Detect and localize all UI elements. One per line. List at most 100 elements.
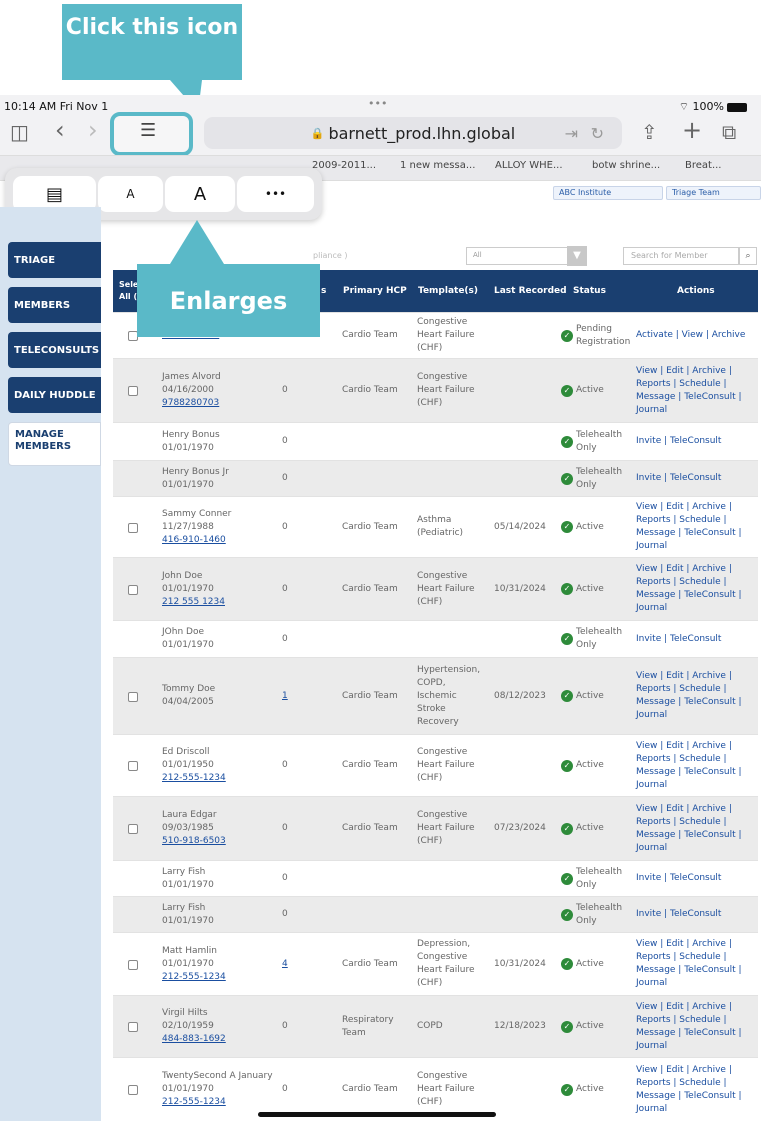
tab-item[interactable]: Breat... (685, 160, 722, 171)
row-actions[interactable]: View | Edit | Archive | Reports | Schedu… (636, 497, 754, 557)
reading-count: 0 (282, 1021, 288, 1031)
table-row: Tommy Doe 04/04/2005 1 Cardio Team Hypertens… (113, 657, 758, 734)
member-phone[interactable]: 212 555 1234 (162, 596, 225, 609)
header-templates[interactable]: Template(s) (418, 270, 478, 312)
share-icon[interactable]: ⇪ (641, 120, 658, 144)
forward-icon[interactable]: › (88, 116, 98, 144)
member-phone[interactable]: 484-883-1692 (162, 1033, 226, 1046)
row-checkbox[interactable] (128, 584, 138, 595)
reading-count: 0 (282, 909, 288, 919)
row-checkbox[interactable] (128, 691, 138, 702)
row-actions[interactable]: View | Edit | Archive | Reports | Schedu… (636, 933, 754, 995)
primary-hcp: Cardio Team (342, 958, 398, 969)
primary-hcp (342, 861, 402, 896)
institute-select[interactable]: ABC Institute (553, 186, 663, 200)
primary-hcp (342, 423, 402, 460)
header-primary-hcp[interactable]: Primary HCP (343, 270, 407, 312)
row-actions[interactable]: Invite | TeleConsult (636, 423, 754, 460)
row-checkbox[interactable] (128, 824, 138, 834)
status-text: Telehealth Only (576, 866, 623, 890)
search-input[interactable]: Search for Member (623, 247, 739, 265)
header-status[interactable]: Status (573, 270, 606, 312)
row-actions[interactable]: View | Edit | Archive | Reports | Schedu… (636, 658, 754, 734)
row-checkbox[interactable] (128, 1022, 138, 1032)
reading-count[interactable]: 1 (282, 658, 302, 734)
check-icon: ✓ (561, 583, 573, 595)
header-readings: s (321, 286, 327, 296)
reading-count: 0 (282, 823, 288, 833)
battery-percent: 100% (692, 100, 724, 113)
row-actions[interactable]: Invite | TeleConsult (636, 461, 754, 496)
row-actions[interactable]: View | Edit | Archive | Reports | Schedu… (636, 359, 754, 422)
primary-hcp (342, 897, 402, 932)
sidebar-item-teleconsults[interactable]: TELECONSULTS (8, 332, 101, 368)
member-phone[interactable]: 212-555-1234 (162, 1096, 273, 1109)
sidebar-item-manage-members[interactable]: MANAGE MEMBERS (8, 422, 101, 466)
team-select[interactable]: Triage Team (666, 186, 761, 200)
sidebar-item-members[interactable]: MEMBERS (8, 287, 101, 323)
member-name: Virgil Hilts (162, 1008, 208, 1018)
member-phone[interactable]: 510-918-6503 (162, 835, 226, 848)
member-phone[interactable]: 212-555-1234 (162, 971, 226, 984)
status-filter[interactable]: All (466, 247, 570, 265)
multitask-dots[interactable]: ••• (368, 97, 387, 110)
row-checkbox[interactable] (128, 522, 138, 533)
tab-item[interactable]: ALLOY WHE... (495, 160, 563, 171)
more-options-button[interactable]: ••• (237, 176, 314, 212)
chevron-down-icon[interactable]: ▼ (567, 246, 587, 266)
new-tab-icon[interactable]: + (682, 116, 702, 144)
member-phone[interactable]: 212-555-1234 (162, 772, 226, 785)
row-actions[interactable]: View | Edit | Archive | Reports | Schedu… (636, 996, 754, 1057)
search-icon[interactable]: ⌕ (739, 247, 757, 265)
member-dob: 09/03/1985 (162, 823, 214, 833)
page-menu-icon[interactable]: ☰ (140, 120, 156, 141)
reading-count[interactable]: 4 (282, 933, 302, 995)
row-actions[interactable]: Invite | TeleConsult (636, 621, 754, 657)
member-phone[interactable]: 9788280703 (162, 397, 221, 410)
row-actions[interactable]: Activate | View | Archive (636, 313, 754, 358)
table-row: James Alvord 04/16/2000 9788280703 0 Cardio … (113, 358, 758, 422)
text-smaller-button[interactable]: A (98, 176, 163, 212)
status-text: Telehealth Only (576, 429, 623, 453)
primary-hcp: Cardio Team (342, 823, 398, 833)
lock-icon: 🔒 (310, 126, 325, 140)
back-icon[interactable]: ‹ (55, 116, 65, 144)
header-last-recorded[interactable]: Last Recorded (494, 270, 567, 312)
tab-item[interactable]: 2009-2011... (312, 160, 376, 171)
primary-hcp: Cardio Team (342, 583, 398, 594)
row-checkbox[interactable] (128, 761, 138, 771)
extension-icon[interactable]: ⇥ (565, 124, 578, 143)
tab-item[interactable]: 1 new messa... (400, 160, 475, 171)
row-actions[interactable]: View | Edit | Archive | Reports | Schedu… (636, 558, 754, 620)
member-dob: 01/01/1970 (162, 879, 214, 890)
row-checkbox[interactable] (128, 1085, 138, 1095)
address-bar[interactable]: 🔒 barnett_prod.lhn.global ⇥ ↻ (204, 117, 622, 149)
last-recorded: 08/12/2023 (494, 690, 546, 701)
row-actions[interactable]: View | Edit | Archive | Reports | Schedu… (636, 1058, 754, 1121)
member-phone[interactable]: 416-910-1460 (162, 534, 231, 547)
row-actions[interactable]: Invite | TeleConsult (636, 861, 754, 896)
row-actions[interactable]: View | Edit | Archive | Reports | Schedu… (636, 797, 754, 860)
status-text: Telehealth Only (576, 902, 623, 926)
row-actions[interactable]: Invite | TeleConsult (636, 897, 754, 932)
primary-hcp: Cardio Team (342, 385, 398, 395)
sidebar-item-daily-huddle[interactable]: DAILY HUDDLE (8, 377, 101, 413)
sidebar-item-triage[interactable]: TRIAGE (8, 242, 101, 278)
reload-icon[interactable]: ↻ (591, 124, 604, 143)
templates: Hypertension, COPD, Ischemic Stroke Reco… (417, 664, 481, 727)
row-checkbox[interactable] (128, 386, 138, 396)
templates: Depression, Congestive Heart Failure (CH… (417, 939, 475, 988)
sidebar-toggle-icon[interactable]: ◫ (10, 120, 29, 144)
row-checkbox[interactable] (128, 959, 138, 970)
tab-item[interactable]: botw shrine... (592, 160, 660, 171)
row-actions[interactable]: View | Edit | Archive | Reports | Schedu… (636, 735, 754, 796)
reading-count: 0 (282, 385, 288, 395)
member-name: JOhn Doe (162, 627, 204, 637)
last-recorded (494, 621, 564, 657)
text-larger-button[interactable]: A (165, 176, 235, 212)
table-row: Sammy Conner 11/27/1988 416-910-1460 0 Cardi… (113, 496, 758, 557)
last-recorded (494, 461, 564, 496)
last-recorded (494, 861, 564, 896)
tabs-overview-icon[interactable]: ⧉ (722, 120, 736, 144)
status-text: Active (576, 760, 604, 770)
